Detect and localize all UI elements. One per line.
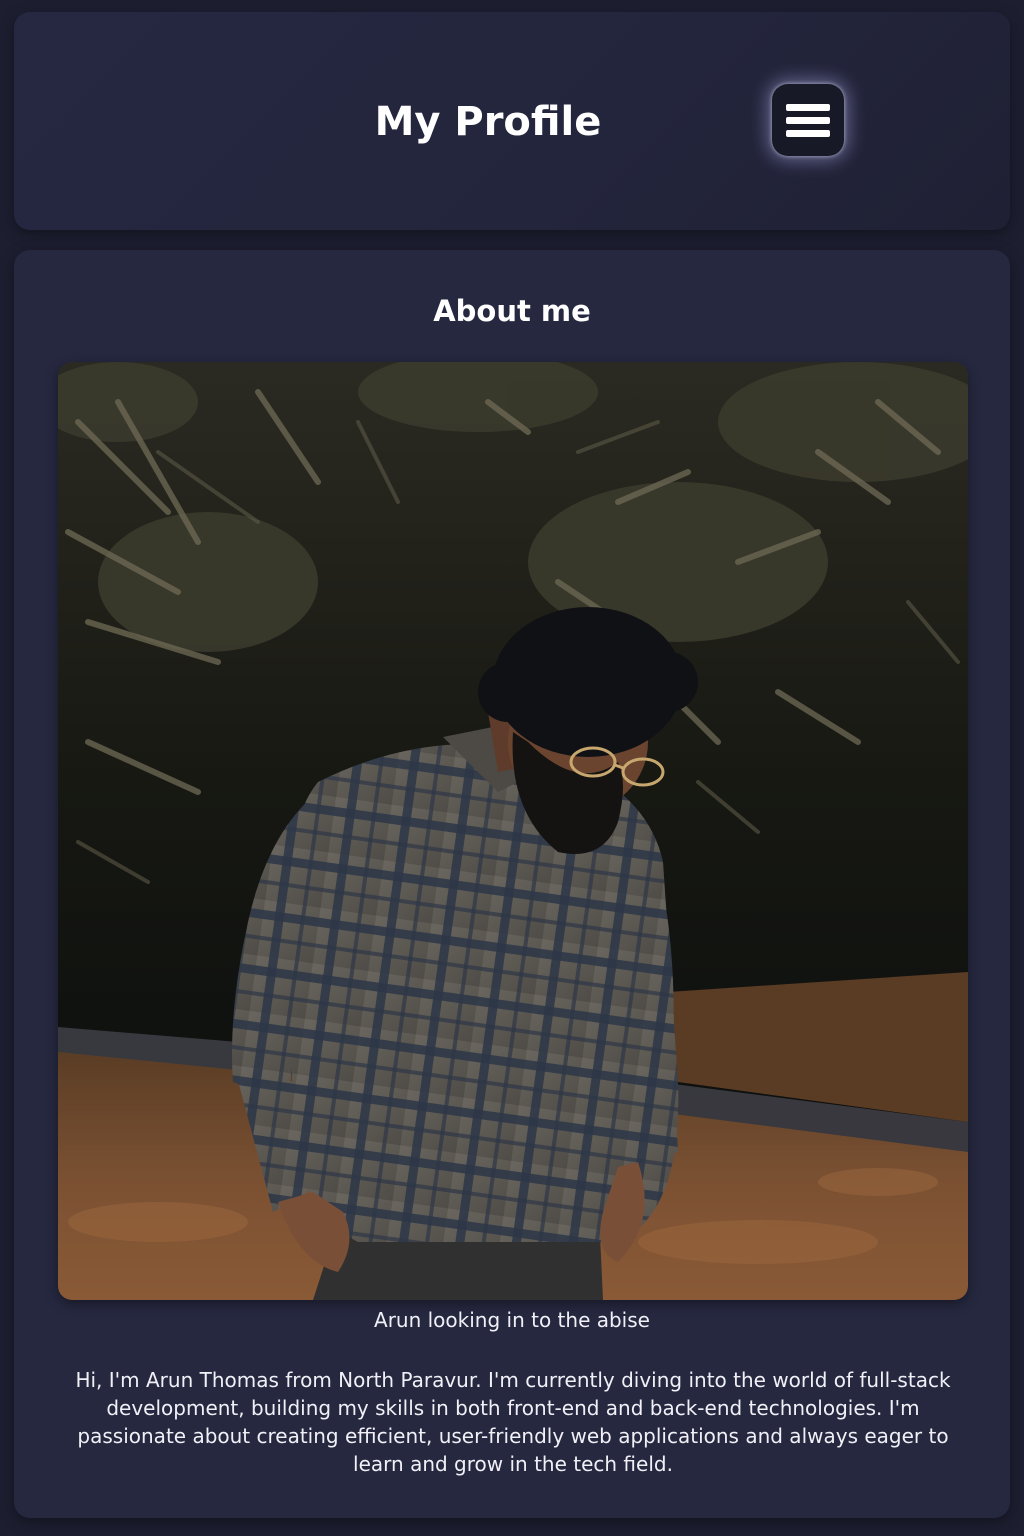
about-section: About me Arun looking in to the abise Hi… — [14, 250, 1010, 1518]
bio-text: Hi, I'm Arun Thomas from North Paravur. … — [75, 1368, 951, 1476]
page-title: My Profile — [374, 99, 602, 145]
menu-button[interactable] — [772, 84, 844, 156]
photo-caption: Arun looking in to the abise — [374, 1308, 650, 1332]
section-title: About me — [433, 294, 591, 328]
profile-photo — [58, 362, 968, 1300]
header-card: My Profile — [14, 12, 1010, 230]
hamburger-menu-icon — [786, 104, 830, 137]
